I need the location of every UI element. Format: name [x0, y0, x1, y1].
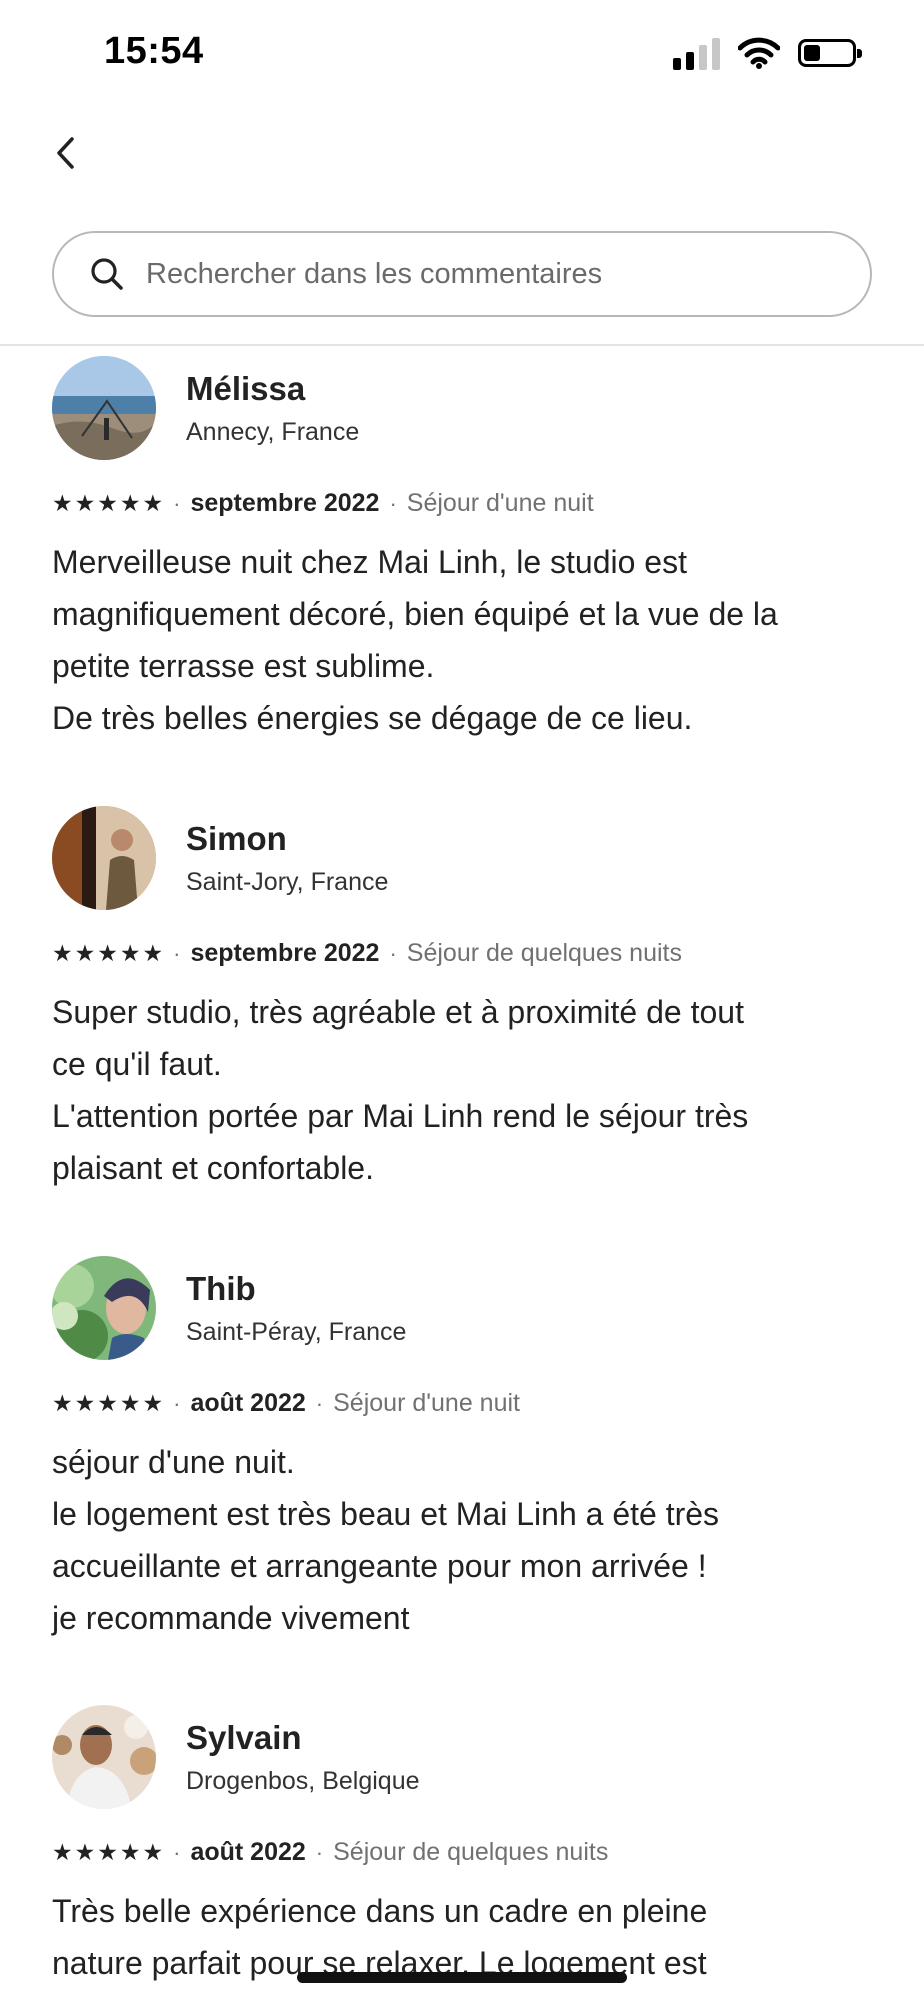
- separator: ·: [173, 940, 181, 966]
- separator: ·: [173, 490, 181, 516]
- star-icon: ★: [142, 490, 164, 516]
- star-icon: ★: [74, 490, 96, 516]
- star-icon: ★: [119, 940, 141, 966]
- star-rating: ★ ★ ★ ★ ★: [52, 1841, 163, 1864]
- reviewer-name: Mélissa: [186, 370, 306, 407]
- header-divider: [0, 344, 924, 346]
- avatar[interactable]: [52, 1256, 156, 1360]
- stay-length: Séjour d'une nuit: [406, 489, 594, 517]
- wifi-icon: [738, 37, 780, 69]
- review-line: magnifiquement décoré, bien équipé et la…: [52, 596, 778, 632]
- review-meta: ★ ★ ★ ★ ★ · septembre 2022 · Séjour d'une nu…: [52, 489, 594, 518]
- separator: ·: [173, 1390, 181, 1416]
- star-icon: ★: [74, 940, 96, 966]
- stay-length: Séjour de quelques nuits: [406, 939, 682, 967]
- status-bar: 15:54: [0, 0, 924, 110]
- review-line: L'attention portée par Mai Linh rend le …: [52, 1098, 749, 1134]
- star-icon: ★: [52, 1839, 73, 1865]
- battery-icon: [798, 39, 862, 67]
- star-icon: ★: [97, 490, 118, 516]
- search-input[interactable]: [144, 256, 828, 292]
- star-rating: ★ ★ ★ ★ ★: [52, 942, 163, 965]
- reviewer-name: Thib: [186, 1270, 256, 1307]
- star-icon: ★: [74, 1839, 96, 1865]
- star-rating: ★ ★ ★ ★ ★: [52, 492, 163, 515]
- star-icon: ★: [52, 940, 73, 966]
- search-icon: [88, 255, 126, 293]
- reviewer-location: Drogenbos, Belgique: [186, 1767, 420, 1795]
- search-bar[interactable]: [52, 231, 872, 317]
- separator: ·: [389, 490, 397, 516]
- status-icons: [673, 36, 862, 70]
- review-line: je recommande vivement: [52, 1600, 410, 1636]
- status-time: 15:54: [104, 30, 204, 72]
- separator: ·: [173, 1839, 181, 1865]
- review-line: petite terrasse est sublime.: [52, 648, 435, 684]
- stay-length: Séjour d'une nuit: [333, 1389, 520, 1417]
- star-icon: ★: [142, 940, 164, 966]
- review-line: De très belles énergies se dégage de ce …: [52, 700, 693, 736]
- star-icon: ★: [52, 1390, 73, 1416]
- review-meta: ★ ★ ★ ★ ★ · septembre 2022 · Séjour de quelq…: [52, 939, 682, 968]
- review-meta: ★ ★ ★ ★ ★ · août 2022 · Séjour d'une nuit: [52, 1389, 520, 1418]
- avatar[interactable]: [52, 356, 156, 460]
- star-icon: ★: [74, 1390, 96, 1416]
- separator: ·: [315, 1839, 324, 1865]
- star-icon: ★: [119, 1839, 141, 1865]
- cellular-signal-icon: [673, 36, 720, 70]
- back-button[interactable]: [46, 128, 86, 178]
- battery-level: [804, 45, 820, 61]
- review-line: Très belle expérience dans un cadre en p…: [52, 1893, 708, 1929]
- review-line: Super studio, très agréable et à proximi…: [52, 994, 744, 1030]
- reviewer-name: Simon: [186, 820, 287, 857]
- review-line: Merveilleuse nuit chez Mai Linh, le stud…: [52, 544, 687, 580]
- reviewer-location: Annecy, France: [186, 418, 360, 446]
- review-date: août 2022: [190, 1389, 306, 1417]
- review-line: ce qu'il faut.: [52, 1046, 222, 1082]
- star-icon: ★: [97, 940, 118, 966]
- review-text: séjour d'une nuit. le logement est très …: [52, 1436, 882, 1644]
- home-indicator[interactable]: [297, 1972, 627, 1983]
- review-line: séjour d'une nuit.: [52, 1444, 295, 1480]
- reviewer-name: Sylvain: [186, 1719, 302, 1756]
- avatar[interactable]: [52, 1705, 156, 1809]
- reviewer-location: Saint-Péray, France: [186, 1318, 407, 1346]
- review-line: plaisant et confortable.: [52, 1150, 374, 1186]
- stay-length: Séjour de quelques nuits: [333, 1838, 609, 1866]
- review-line: le logement est très beau et Mai Linh a …: [52, 1496, 720, 1532]
- review-date: septembre 2022: [190, 939, 380, 967]
- chevron-left-icon: [57, 137, 74, 169]
- star-icon: ★: [97, 1390, 118, 1416]
- star-icon: ★: [119, 490, 141, 516]
- star-icon: ★: [119, 1390, 141, 1416]
- star-icon: ★: [142, 1390, 164, 1416]
- star-icon: ★: [97, 1839, 118, 1865]
- review-meta: ★ ★ ★ ★ ★ · août 2022 · Séjour de quelques n…: [52, 1838, 608, 1867]
- star-rating: ★ ★ ★ ★ ★: [52, 1392, 163, 1415]
- review-text: Merveilleuse nuit chez Mai Linh, le stud…: [52, 536, 882, 744]
- review-date: août 2022: [190, 1838, 306, 1866]
- review-date: septembre 2022: [190, 489, 380, 517]
- avatar[interactable]: [52, 806, 156, 910]
- star-icon: ★: [52, 490, 73, 516]
- separator: ·: [389, 940, 397, 966]
- separator: ·: [315, 1390, 324, 1416]
- reviewer-location: Saint-Jory, France: [186, 868, 389, 896]
- review-line: accueillante et arrangeante pour mon arr…: [52, 1548, 707, 1584]
- review-text: Super studio, très agréable et à proximi…: [52, 986, 882, 1194]
- star-icon: ★: [142, 1839, 164, 1865]
